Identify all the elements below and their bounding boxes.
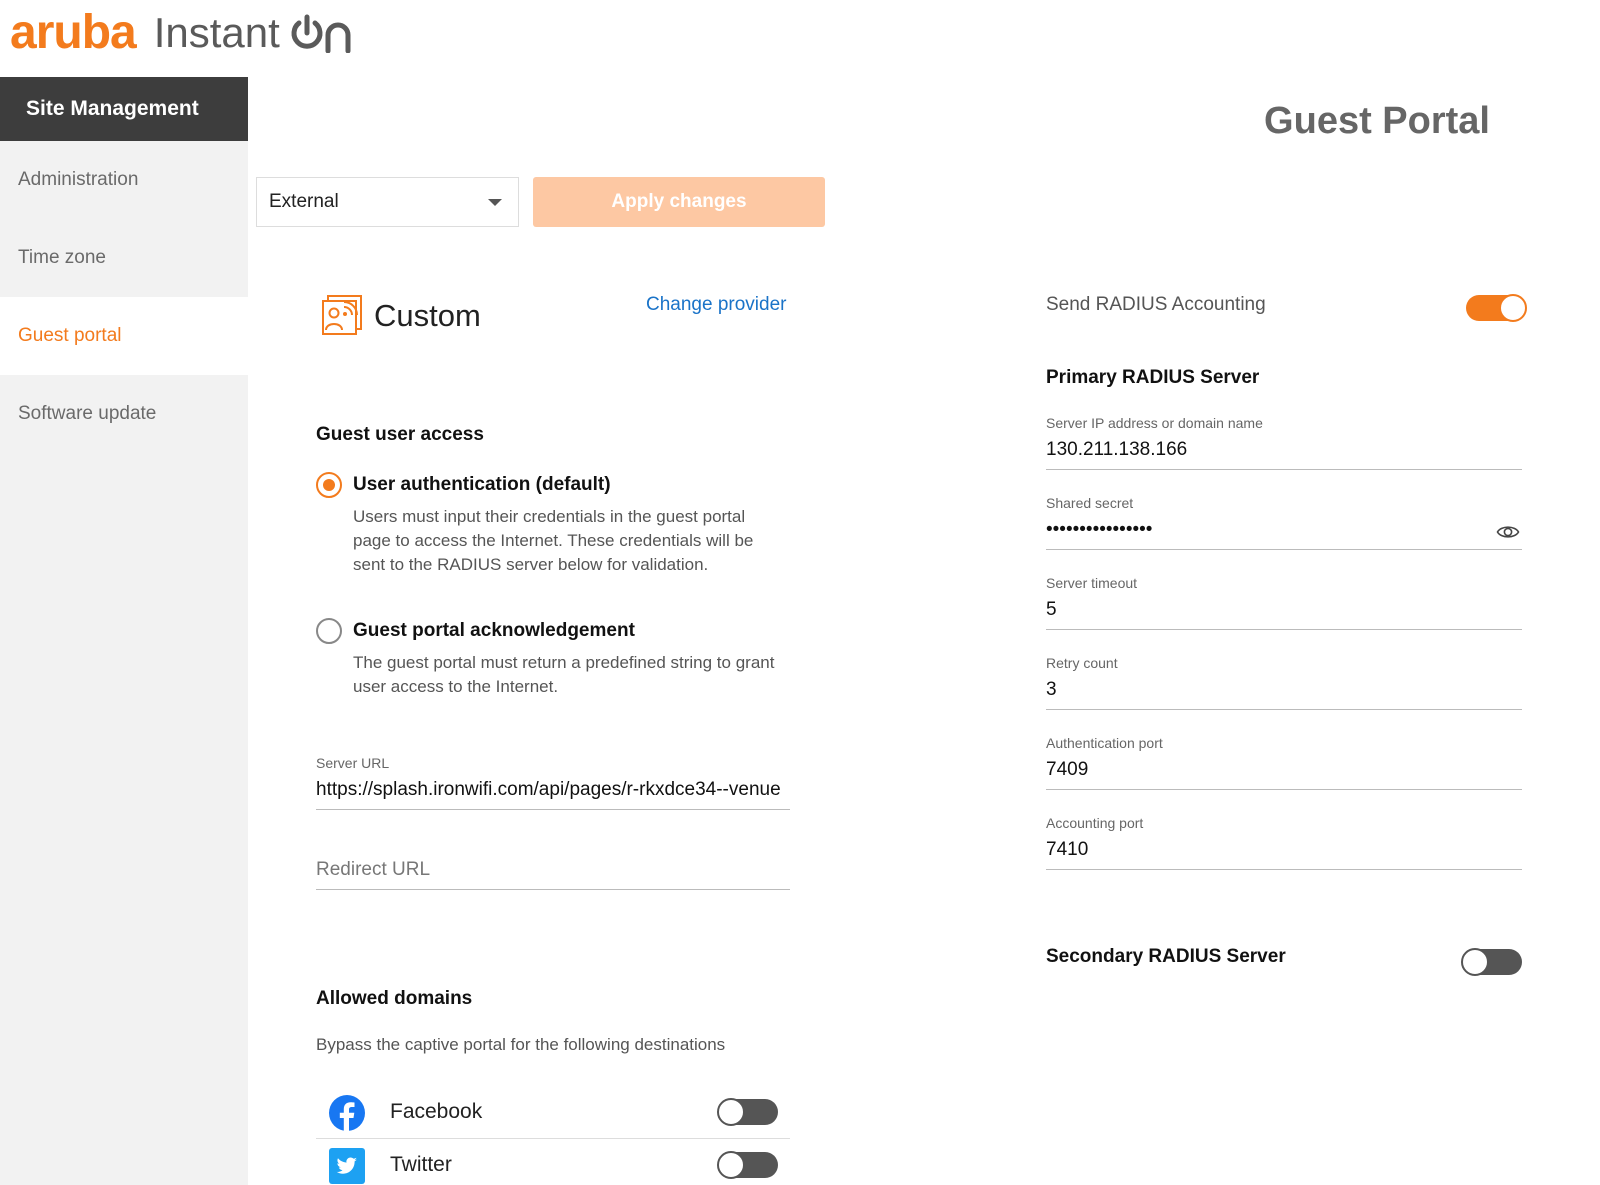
domain-row-twitter: Twitter xyxy=(316,1140,790,1185)
retry-count-field[interactable]: Retry count 3 xyxy=(1046,655,1522,710)
app-logo: aruba Instant xyxy=(10,8,356,58)
server-timeout-value: 5 xyxy=(1046,599,1057,620)
secondary-radius-heading: Secondary RADIUS Server xyxy=(1046,946,1286,967)
authentication-port-value: 7409 xyxy=(1046,759,1089,780)
sidebar-item-guest-portal[interactable]: Guest portal xyxy=(0,297,248,375)
shared-secret-label: Shared secret xyxy=(1046,495,1134,511)
domain-row-facebook: Facebook xyxy=(316,1087,790,1139)
accounting-port-field[interactable]: Accounting port 7410 xyxy=(1046,815,1522,870)
radio-desc-user-authentication: Users must input their credentials in th… xyxy=(353,507,754,574)
eye-icon[interactable] xyxy=(1496,523,1520,541)
server-url-value: https://splash.ironwifi.com/api/pages/r-… xyxy=(316,779,781,800)
change-provider-link[interactable]: Change provider xyxy=(646,294,786,316)
twitter-icon xyxy=(329,1148,365,1184)
server-ip-value: 130.211.138.166 xyxy=(1046,439,1188,460)
retry-count-value: 3 xyxy=(1046,679,1057,700)
server-ip-label: Server IP address or domain name xyxy=(1046,415,1263,431)
retry-count-label: Retry count xyxy=(1046,655,1118,671)
send-radius-accounting-label: Send RADIUS Accounting xyxy=(1046,294,1266,315)
brand-logo-text: aruba xyxy=(10,6,137,59)
sidebar: Site Management Administration Time zone… xyxy=(0,77,248,1185)
sidebar-item-time-zone[interactable]: Time zone xyxy=(0,219,248,297)
allowed-domains-description: Bypass the captive portal for the follow… xyxy=(316,1035,726,1054)
facebook-toggle[interactable] xyxy=(717,1098,778,1126)
server-timeout-field[interactable]: Server timeout 5 xyxy=(1046,575,1522,630)
shared-secret-value: •••••••••••••••• xyxy=(1046,519,1153,540)
product-name: Instant xyxy=(153,9,280,56)
sidebar-item-software-update[interactable]: Software update xyxy=(0,375,248,453)
radio-user-authentication[interactable] xyxy=(316,472,342,498)
accounting-port-value: 7410 xyxy=(1046,839,1089,860)
server-ip-field[interactable]: Server IP address or domain name 130.211… xyxy=(1046,415,1522,470)
chevron-down-icon xyxy=(488,199,502,206)
domain-name-facebook: Facebook xyxy=(390,1100,483,1123)
shared-secret-field[interactable]: Shared secret •••••••••••••••• xyxy=(1046,495,1522,550)
sidebar-item-administration[interactable]: Administration xyxy=(0,141,248,219)
authentication-port-field[interactable]: Authentication port 7409 xyxy=(1046,735,1522,790)
portal-type-value: External xyxy=(269,191,339,212)
allowed-domains-heading: Allowed domains xyxy=(316,988,473,1009)
apply-changes-button[interactable]: Apply changes xyxy=(533,177,825,227)
server-url-field[interactable]: Server URL https://splash.ironwifi.com/a… xyxy=(316,755,790,810)
twitter-toggle[interactable] xyxy=(717,1151,778,1179)
server-url-label: Server URL xyxy=(316,755,390,771)
redirect-url-placeholder: Redirect URL xyxy=(316,859,431,880)
sidebar-title: Site Management xyxy=(0,77,248,141)
power-on-logo-icon xyxy=(291,14,351,53)
radio-desc-guest-portal-acknowledgement: The guest portal must return a predefine… xyxy=(353,653,775,696)
authentication-port-label: Authentication port xyxy=(1046,735,1163,751)
redirect-url-field[interactable]: Redirect URL xyxy=(316,851,790,890)
radio-guest-portal-acknowledgement[interactable] xyxy=(316,618,342,644)
facebook-icon xyxy=(329,1095,365,1131)
server-timeout-label: Server timeout xyxy=(1046,575,1138,591)
provider-name: Custom xyxy=(374,298,481,333)
domain-name-twitter: Twitter xyxy=(390,1153,452,1176)
guest-access-heading: Guest user access xyxy=(316,424,484,445)
primary-radius-heading: Primary RADIUS Server xyxy=(1046,367,1260,388)
wifi-portal-icon xyxy=(322,295,362,335)
send-radius-accounting-toggle[interactable] xyxy=(1466,294,1527,322)
page-title: Guest Portal xyxy=(1264,100,1490,142)
secondary-radius-toggle[interactable] xyxy=(1461,948,1522,976)
radio-label-guest-portal-acknowledgement: Guest portal acknowledgement xyxy=(353,620,635,641)
accounting-port-label: Accounting port xyxy=(1046,815,1144,831)
radio-label-user-authentication: User authentication (default) xyxy=(353,474,611,495)
portal-type-select[interactable]: External xyxy=(256,177,519,227)
